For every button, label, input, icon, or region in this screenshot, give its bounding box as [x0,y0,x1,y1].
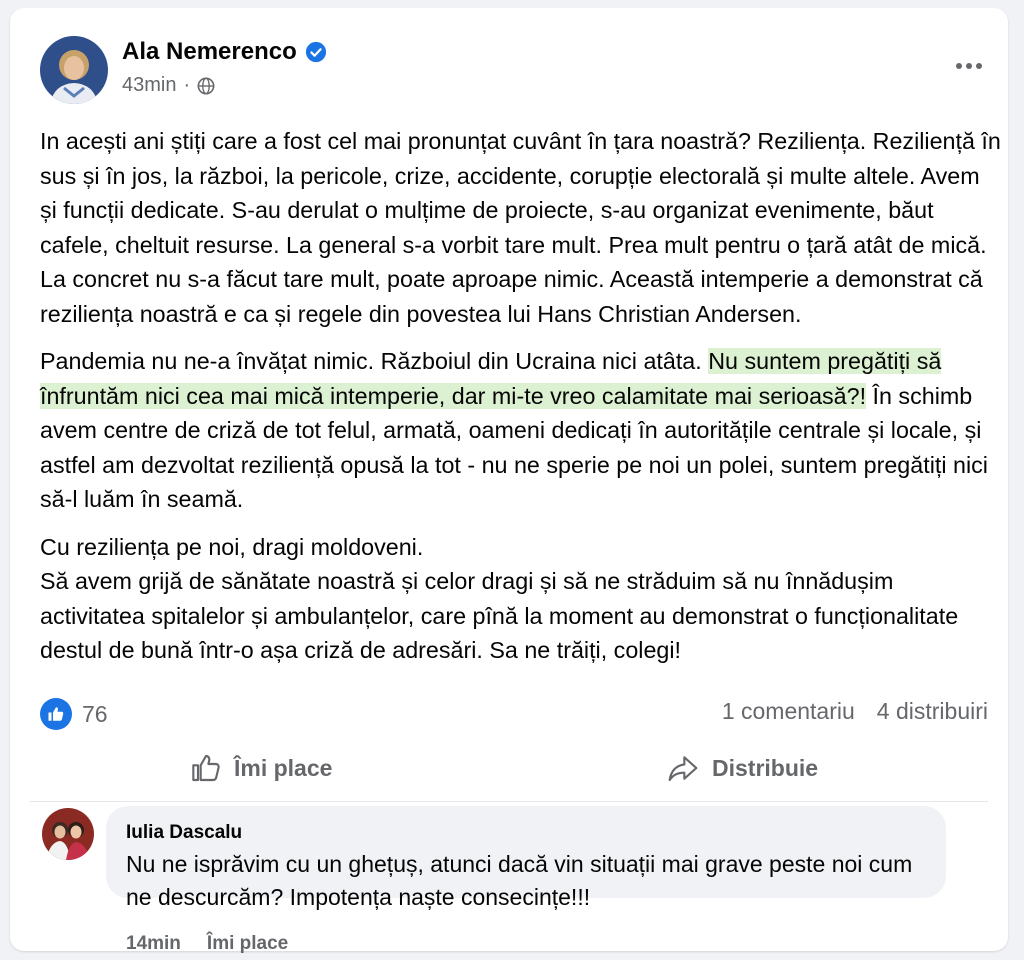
post-meta: 43min · [122,74,215,97]
comment-text: Nu ne isprăvim cu un ghețuș, atunci dacă… [126,851,913,910]
comment-author[interactable]: Iulia Dascalu [126,822,242,844]
verified-badge-icon [305,41,326,63]
post-card: Ala Nemerenco 43min · In acești ani știț… [10,8,1008,954]
post-text-segment: Pandemia nu ne-a învățat nimic. Războiul… [40,348,709,374]
commenter-avatar[interactable] [42,808,94,860]
commenter-avatar-image [42,808,94,860]
reaction-count: 76 [82,700,108,727]
shares-count-link[interactable]: 4 distribuiri [877,698,988,725]
engagement-counts: 1 comentariu 4 distribuiri [722,698,988,725]
thumbs-up-icon [192,754,220,782]
post-body: In acești ani știți care a fost cel mai … [40,124,1002,681]
author-avatar-image [40,36,108,104]
post-text-line: Cu reziliența pe noi, dragi moldoveni. [40,533,424,560]
share-button[interactable]: Distribuie [666,746,818,790]
post-author: Ala Nemerenco [122,38,327,66]
post-paragraph: Pandemia nu ne-a învățat nimic. Războiul… [40,344,1002,517]
post-actions-bar: Îmi place Distribuie [10,746,1008,790]
share-button-label: Distribuie [712,754,819,781]
comment-bubble: Iulia Dascalu Nu ne isprăvim cu un ghețu… [106,806,946,910]
reaction-summary[interactable]: 76 [40,698,108,730]
more-options-icon [956,63,962,69]
post-author-name[interactable]: Ala Nemerenco [122,38,297,66]
meta-separator: · [183,74,191,96]
post-timestamp[interactable]: 43min [122,74,176,97]
like-reaction-icon [40,698,72,730]
like-button[interactable]: Îmi place [190,746,332,790]
share-arrow-icon [668,756,698,782]
comment-timestamp[interactable]: 14min [126,933,181,955]
post-paragraph: Cu reziliența pe noi, dragi moldoveni. Să… [40,530,1002,668]
comments-count-link[interactable]: 1 comentariu [722,698,855,725]
more-options-button[interactable] [948,52,990,80]
like-button-label: Îmi place [234,754,333,781]
more-dot [966,63,972,69]
post-paragraph: In acești ani știți care a fost cel mai … [40,128,1001,327]
more-dot [976,63,982,69]
globe-icon [197,77,215,94]
like-reaction-glyph [48,707,64,721]
comment-like-button[interactable]: Îmi place [207,933,288,955]
post-text-line: Să avem grijă de sănătate noastră și cel… [40,568,959,663]
divider [30,801,988,802]
author-avatar[interactable] [40,36,108,104]
comment-meta: 14min Îmi place [126,933,288,955]
